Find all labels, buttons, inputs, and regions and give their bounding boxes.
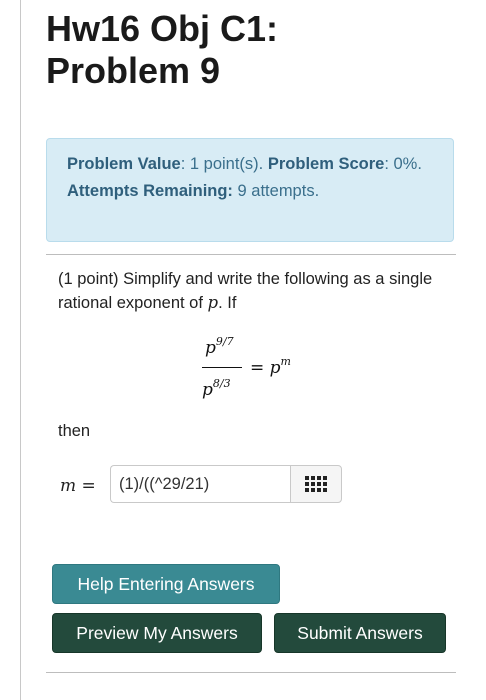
fraction-bar <box>202 367 242 368</box>
left-border <box>20 0 21 700</box>
problem-score-text: : 0%. <box>384 155 422 173</box>
attempts-remaining-label: Attempts Remaining: <box>67 181 233 200</box>
fraction-denominator: p8/3 <box>202 377 231 400</box>
page-title: Hw16 Obj C1: Problem 9 <box>46 8 466 92</box>
preview-answers-button[interactable]: Preview My Answers <box>52 613 262 653</box>
denominator-exponent: 8/3 <box>212 377 231 390</box>
then-text: then <box>58 422 91 440</box>
equation-rhs: = pm <box>250 355 291 378</box>
numerator-base: p <box>205 338 216 358</box>
problem-info-box: Problem Value: 1 point(s). Problem Score… <box>46 138 454 242</box>
page-title-line2: Problem 9 <box>46 50 221 91</box>
rhs-exponent: m <box>280 355 291 368</box>
problem-variable: p <box>207 293 219 312</box>
answer-input[interactable] <box>110 465 290 503</box>
problem-score-label: Problem Score <box>267 155 385 173</box>
answer-equals: = <box>81 476 96 496</box>
problem-text-after: . If <box>218 294 237 312</box>
answer-label: m = <box>60 476 96 496</box>
attempts-remaining-text: 9 attempts. <box>237 181 320 200</box>
submit-answers-button[interactable]: Submit Answers <box>274 613 446 653</box>
answer-variable: m <box>60 476 77 496</box>
equation: p9/7 p8/3 = pm <box>200 335 360 404</box>
denominator-base: p <box>202 380 213 400</box>
fraction-numerator: p9/7 <box>205 335 234 358</box>
rhs-base: p <box>269 358 281 378</box>
grid-icon <box>305 476 327 492</box>
problem-value-text: : 1 point(s). <box>180 155 264 173</box>
problem-text-before: (1 point) Simplify and write the followi… <box>58 270 433 312</box>
numerator-exponent: 9/7 <box>215 335 234 348</box>
divider-bottom <box>46 672 456 673</box>
page-title-line1: Hw16 Obj C1: <box>46 8 279 49</box>
equals-sign: = <box>250 358 265 378</box>
problem-statement: (1 point) Simplify and write the followi… <box>58 267 448 315</box>
divider-top <box>46 254 456 255</box>
equation-editor-button[interactable] <box>290 465 342 503</box>
problem-value-label: Problem Value <box>67 155 181 173</box>
help-entering-answers-button[interactable]: Help Entering Answers <box>52 564 280 604</box>
